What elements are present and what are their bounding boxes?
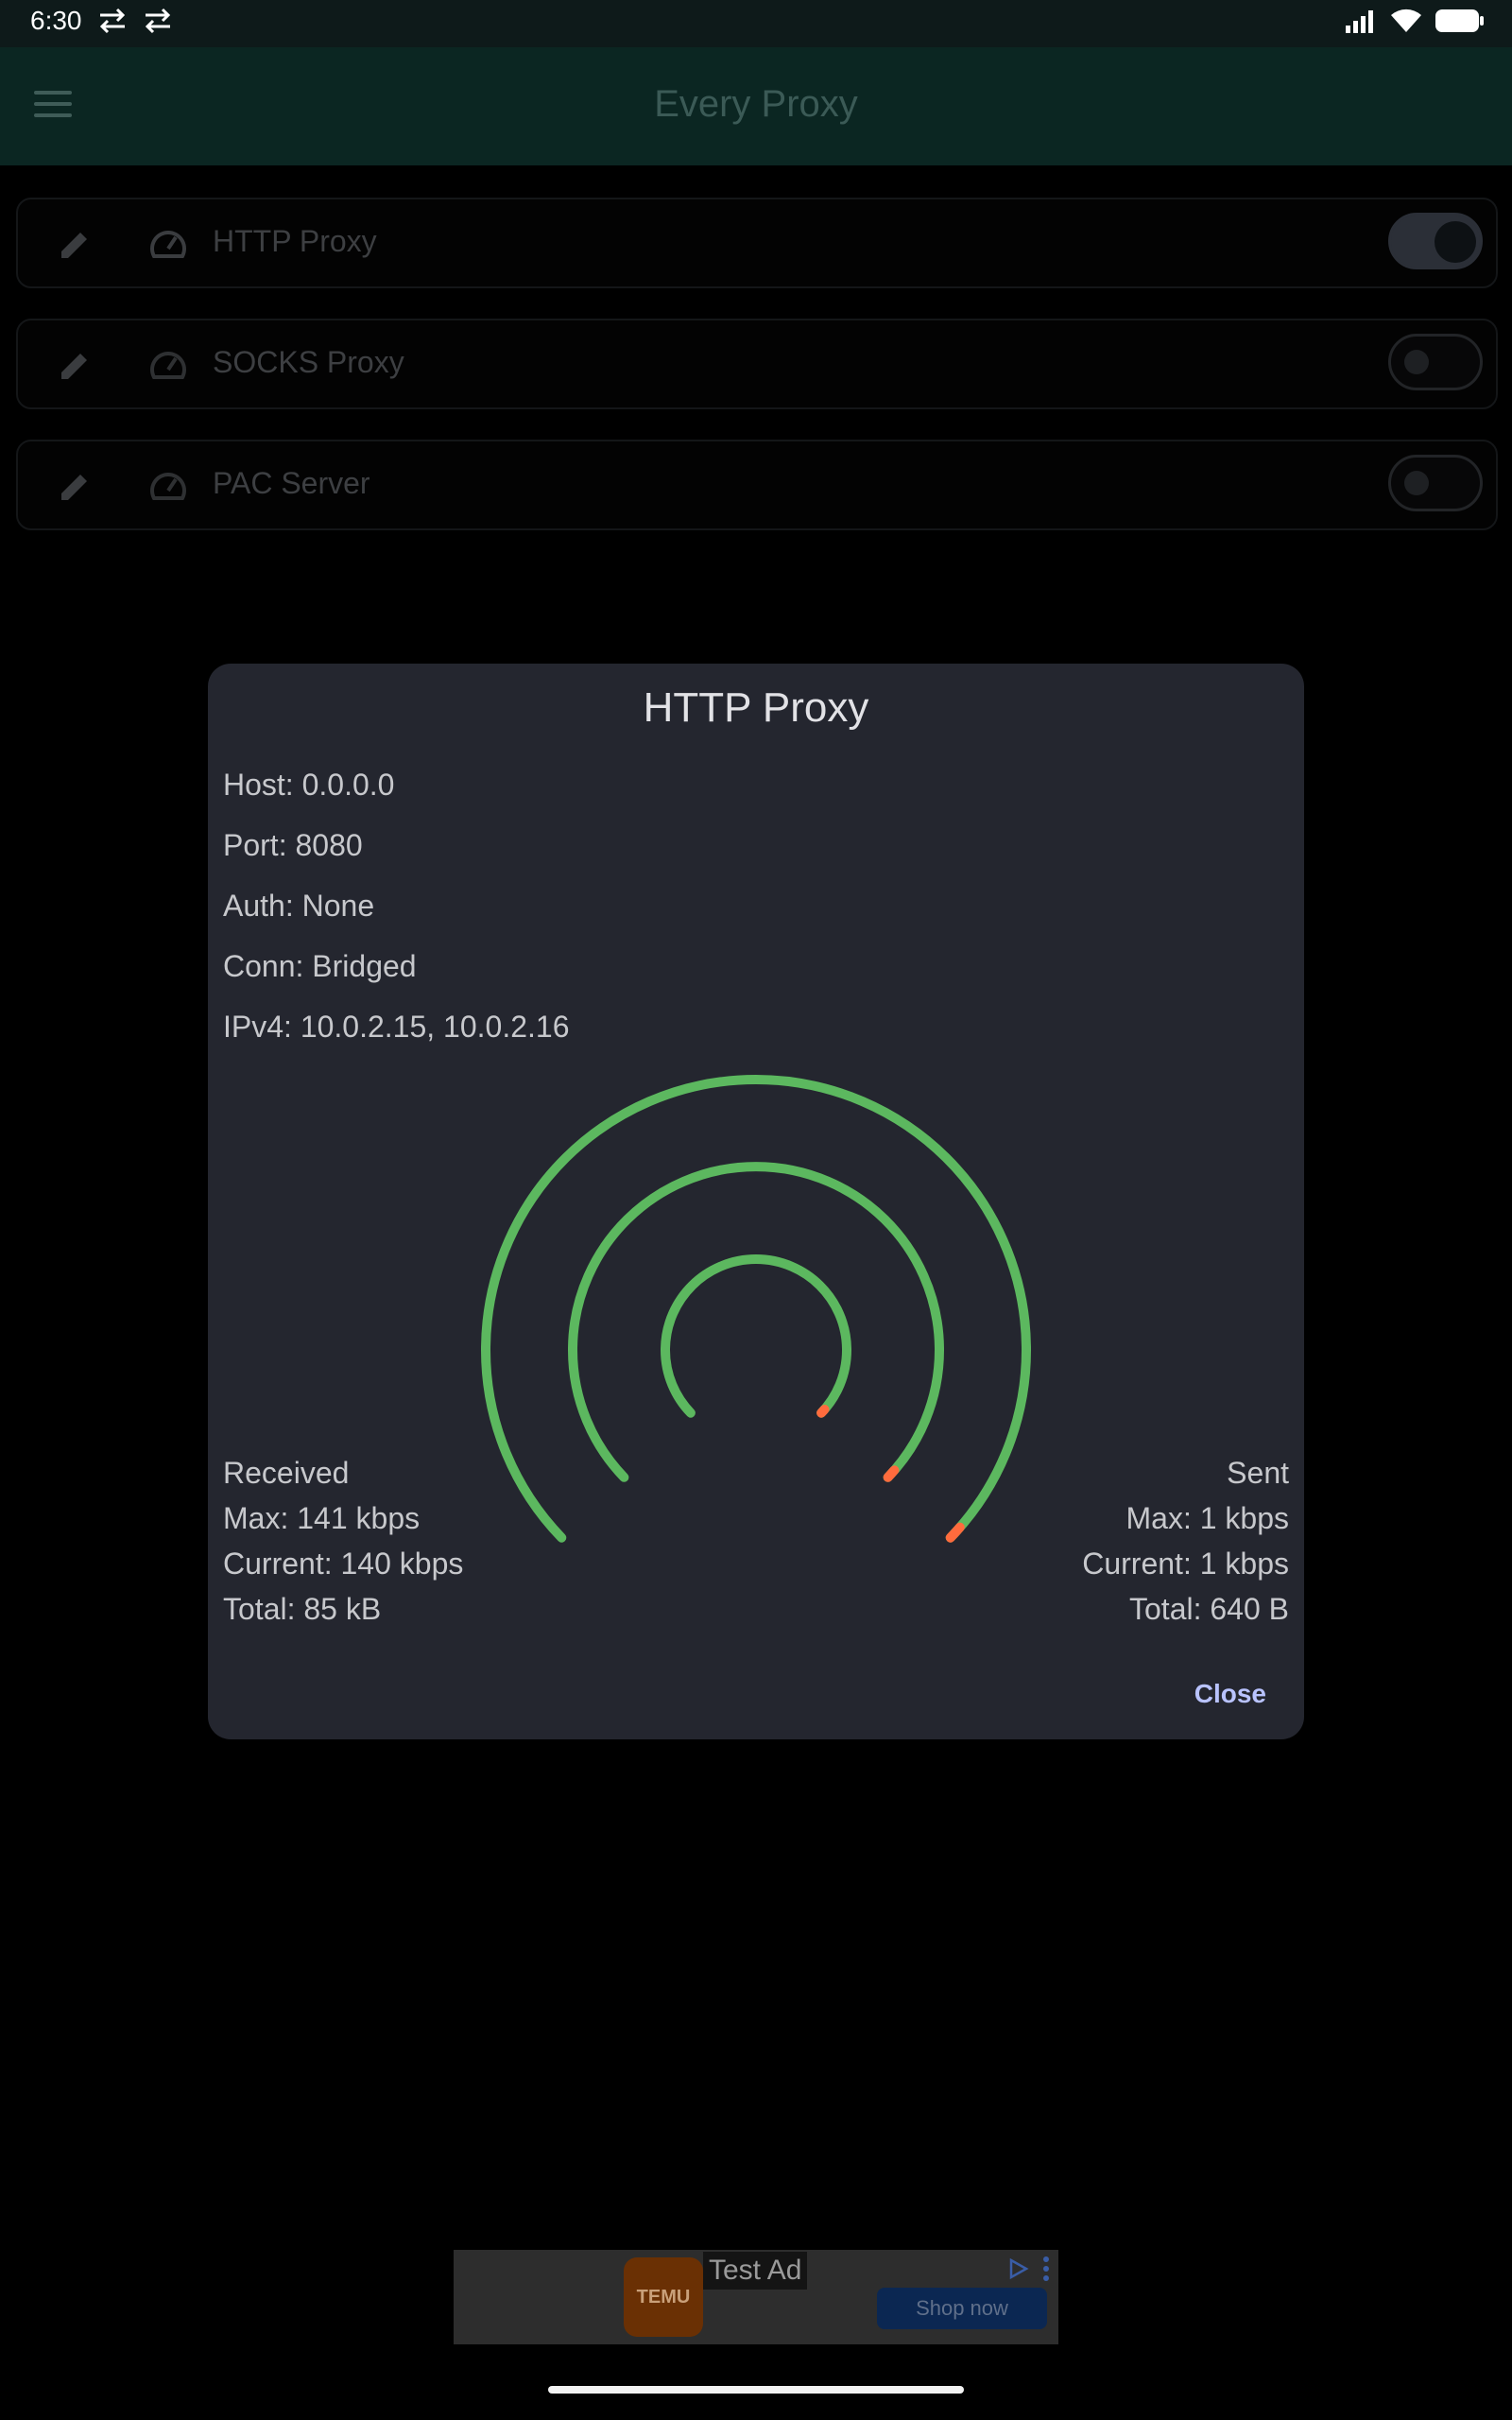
sent-current: Current: 1 kbps: [1082, 1547, 1289, 1581]
ad-test-label: Test Ad: [703, 2252, 808, 2290]
close-button[interactable]: Close: [1185, 1675, 1276, 1713]
wifi-icon: [1391, 9, 1421, 32]
adchoices-icon[interactable]: [1007, 2257, 1030, 2280]
proxy-card-socks[interactable]: SOCKS Proxy: [16, 319, 1498, 409]
battery-icon: [1435, 9, 1484, 32]
sync-icon: [99, 8, 126, 34]
received-total: Total: 85 kB: [223, 1592, 382, 1626]
gauge-arc-outer: [481, 1075, 1031, 1543]
signal-icon: [1346, 10, 1373, 33]
gauge-indicator-outer: [945, 1522, 965, 1543]
gauge-indicator-middle: [883, 1465, 900, 1482]
speedometer-icon[interactable]: [148, 468, 188, 504]
proxy-label: SOCKS Proxy: [213, 345, 404, 379]
home-indicator[interactable]: [548, 2386, 964, 2394]
edit-icon[interactable]: [58, 470, 92, 504]
more-options-icon[interactable]: [1041, 2256, 1051, 2282]
status-time: 6:30: [30, 6, 82, 35]
proxy-toggle-http[interactable]: [1388, 213, 1483, 269]
speedometer-icon[interactable]: [148, 347, 188, 383]
gauge-arc-middle: [568, 1162, 944, 1482]
ad-shop-button[interactable]: Shop now: [877, 2288, 1047, 2329]
proxy-toggle-socks[interactable]: [1388, 334, 1483, 390]
received-heading: Received: [223, 1456, 350, 1490]
sent-max: Max: 1 kbps: [1125, 1501, 1289, 1535]
edit-icon[interactable]: [58, 228, 92, 262]
proxy-toggle-pac[interactable]: [1388, 455, 1483, 511]
proxy-card-pac[interactable]: PAC Server: [16, 440, 1498, 530]
sync-icon: [145, 8, 171, 34]
speedometer-icon[interactable]: [148, 226, 188, 262]
received-current: Current: 140 kbps: [223, 1547, 464, 1581]
sent-total: Total: 640 B: [1129, 1592, 1289, 1626]
edit-icon[interactable]: [58, 349, 92, 383]
gauge-indicator-inner: [816, 1405, 830, 1418]
proxy-label: PAC Server: [213, 466, 370, 500]
status-bar: 6:30: [0, 0, 1512, 47]
sent-heading: Sent: [1227, 1456, 1289, 1490]
ad-banner[interactable]: TEMU Test Ad Shop now: [454, 2250, 1058, 2344]
proxy-card-http[interactable]: HTTP Proxy: [16, 198, 1498, 288]
proxy-label: HTTP Proxy: [213, 224, 377, 258]
app-title: Every Proxy: [654, 83, 858, 125]
app-bar: Every Proxy: [0, 47, 1512, 165]
gauge-arc-inner: [661, 1254, 851, 1418]
proxy-details-dialog: HTTP Proxy Host: 0.0.0.0 Port: 8080 Auth…: [208, 664, 1304, 1739]
ad-brand-logo[interactable]: TEMU: [624, 2257, 703, 2337]
received-max: Max: 141 kbps: [223, 1501, 421, 1535]
